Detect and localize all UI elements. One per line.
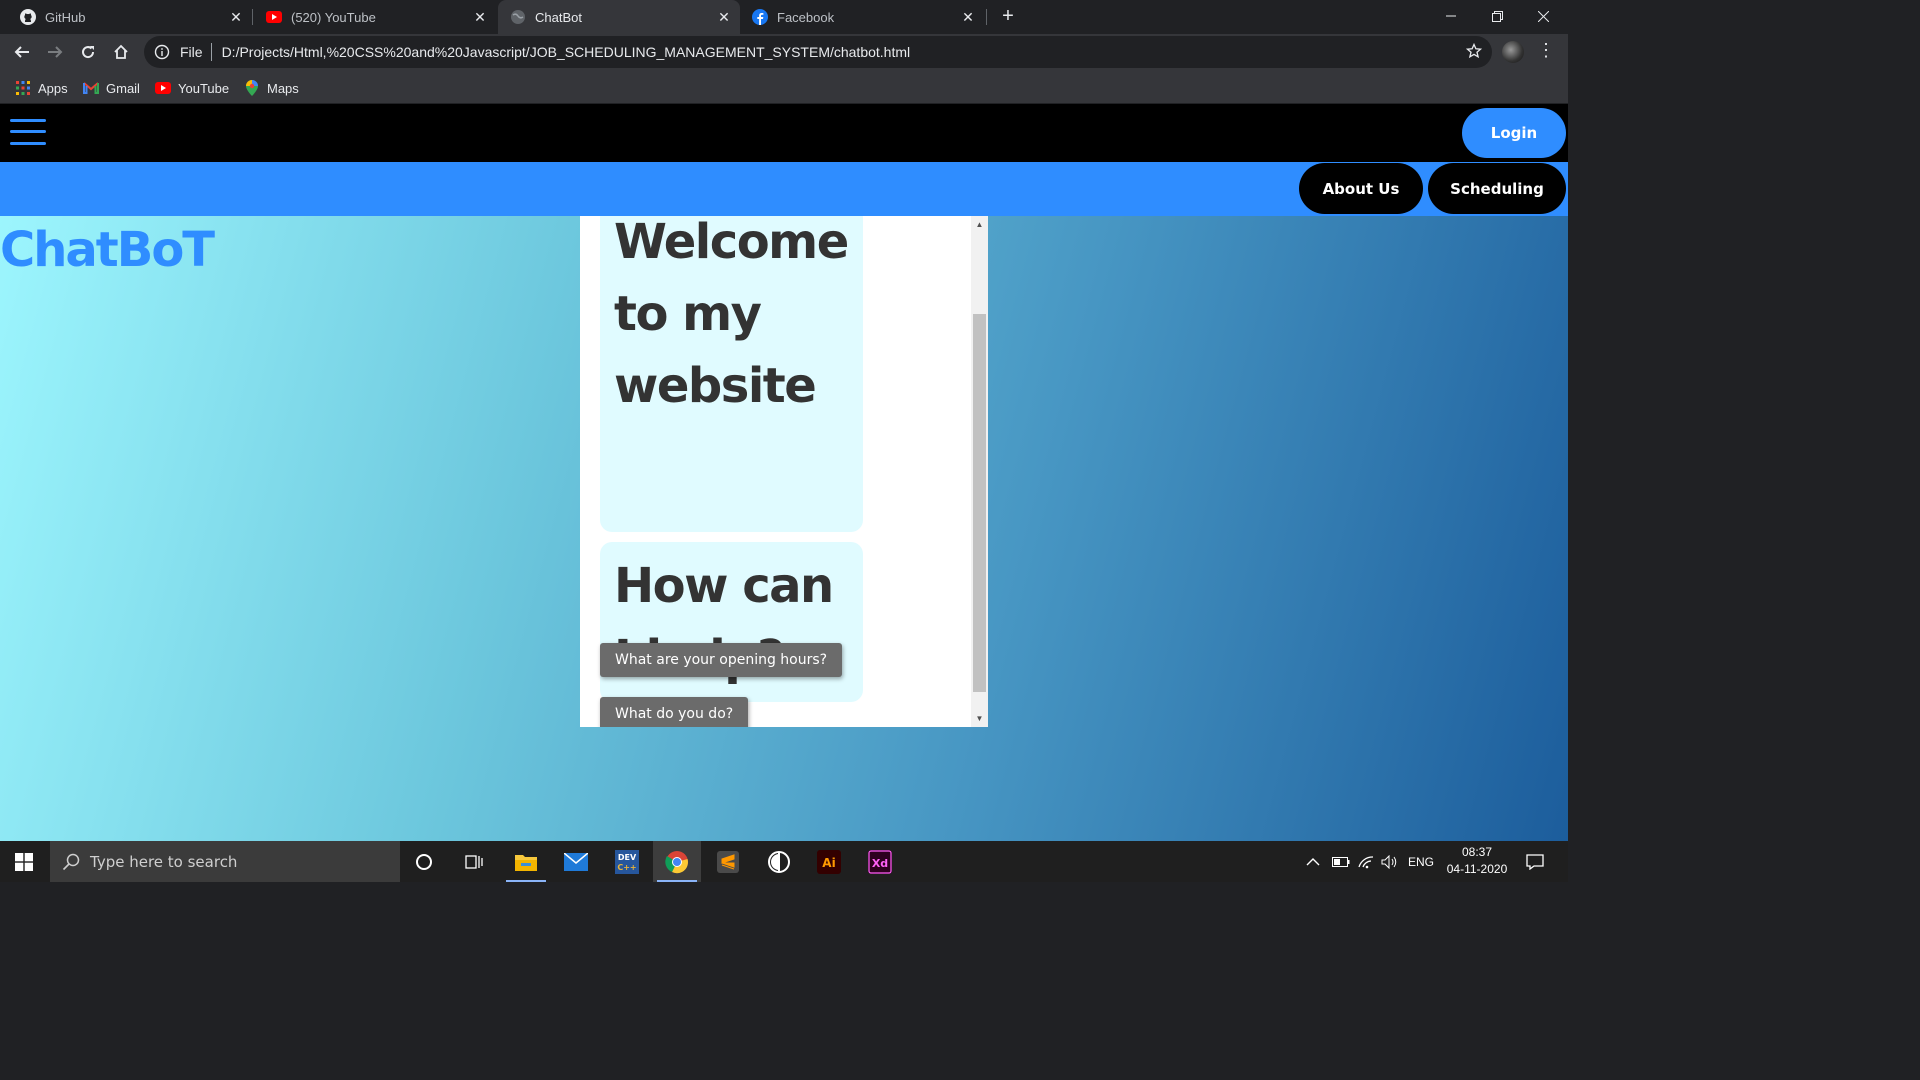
close-tab-icon[interactable]: ✕ [470, 9, 490, 26]
close-tab-icon[interactable]: ✕ [226, 9, 246, 26]
tab-divider [986, 9, 987, 25]
new-tab-icon[interactable]: + [996, 4, 1020, 28]
adobe-xd-icon[interactable]: Xd [856, 841, 904, 882]
chatbot-logo-text: ChatBoT [0, 222, 215, 278]
url-text[interactable]: D:/Projects/Html,%20CSS%20and%20Javascri… [222, 44, 911, 60]
bot-message-bubble: Welcome to my website [600, 216, 863, 532]
windows-taskbar: Type here to search DEV C++ Ai Xd ENG 08… [0, 841, 1568, 882]
info-icon[interactable] [154, 44, 170, 60]
search-icon [62, 853, 80, 871]
scroll-thumb[interactable] [973, 314, 986, 692]
bookmarks-bar: Apps Gmail YouTube Maps [0, 71, 1568, 104]
tab-chatbot[interactable]: ChatBot ✕ [498, 0, 740, 34]
home-icon[interactable] [107, 38, 135, 66]
close-window-icon[interactable] [1520, 0, 1566, 32]
svg-text:Xd: Xd [872, 857, 888, 870]
scroll-down-arrow-icon[interactable]: ▼ [971, 710, 988, 727]
action-center-icon[interactable] [1518, 841, 1552, 882]
chrome-icon[interactable] [653, 841, 701, 882]
bookmark-star-icon[interactable] [1465, 42, 1483, 62]
cortana-icon[interactable] [400, 841, 448, 882]
bookmark-gmail[interactable]: Gmail [83, 77, 140, 99]
chat-window[interactable]: Welcome to my website How can I help? Wh… [580, 216, 988, 727]
show-hidden-icons-chevron-up-icon[interactable] [1306, 841, 1320, 882]
windows-start-icon[interactable] [0, 841, 48, 882]
language-indicator[interactable]: ENG [1408, 841, 1434, 882]
clock-date: 04-11-2020 [1446, 862, 1508, 876]
profile-avatar[interactable] [1502, 41, 1524, 63]
bot-message-bubble: How can I help? [600, 542, 863, 702]
clock-time: 08:37 [1461, 845, 1493, 859]
nav-scheduling-button[interactable]: Scheduling [1428, 163, 1566, 214]
address-bar[interactable]: File D:/Projects/Html,%20CSS%20and%20Jav… [144, 36, 1492, 68]
close-tab-icon[interactable]: ✕ [958, 9, 978, 26]
option-opening-hours-button[interactable]: What are your opening hours? [600, 643, 843, 677]
reload-icon[interactable] [74, 38, 102, 66]
mail-icon[interactable] [552, 841, 600, 882]
bookmark-label: Maps [267, 80, 299, 96]
forward-arrow-icon[interactable] [41, 38, 69, 66]
bookmark-label: Gmail [106, 80, 140, 96]
tab-github[interactable]: GitHub ✕ [0, 0, 252, 34]
page-viewport: Login About Us Scheduling ChatBoT Welcom… [0, 104, 1568, 841]
browser-tab-strip: GitHub ✕ (520) YouTube ✕ ChatBot ✕ Faceb… [0, 0, 1568, 34]
maps-pin-icon [244, 80, 260, 96]
youtube-icon [266, 9, 282, 25]
file-explorer-icon[interactable] [502, 841, 550, 882]
battery-icon[interactable] [1332, 841, 1350, 882]
youtube-icon [155, 80, 171, 96]
bookmark-youtube[interactable]: YouTube [155, 77, 229, 99]
url-scheme: File [180, 44, 203, 60]
globe-icon [510, 9, 526, 25]
wifi-icon[interactable] [1358, 841, 1374, 882]
facebook-icon [752, 9, 768, 25]
tab-youtube[interactable]: (520) YouTube ✕ [252, 0, 496, 34]
secondary-navbar: About Us Scheduling [0, 162, 1568, 216]
url-divider [210, 43, 212, 61]
tab-title: GitHub [45, 9, 86, 25]
sublime-text-icon[interactable] [704, 841, 752, 882]
browser-toolbar: File D:/Projects/Html,%20CSS%20and%20Jav… [0, 34, 1568, 71]
running-indicator [657, 880, 697, 882]
dev-cpp-icon[interactable]: DEV C++ [603, 841, 651, 882]
adobe-illustrator-icon[interactable]: Ai [805, 841, 853, 882]
bookmark-maps[interactable]: Maps [244, 77, 299, 99]
gmail-icon [83, 80, 99, 96]
search-placeholder: Type here to search [90, 852, 238, 871]
taskbar-search-box[interactable]: Type here to search [50, 841, 400, 882]
running-indicator [506, 880, 546, 882]
chat-scrollbar[interactable]: ▲ ▼ [971, 216, 988, 727]
tab-title: (520) YouTube [291, 9, 376, 25]
scroll-up-arrow-icon[interactable]: ▲ [971, 216, 988, 233]
login-button[interactable]: Login [1462, 108, 1566, 158]
github-icon [20, 9, 36, 25]
bookmark-label: YouTube [178, 80, 230, 96]
bookmark-label: Apps [38, 80, 68, 96]
tab-title: Facebook [777, 9, 835, 25]
obs-icon[interactable] [755, 841, 803, 882]
restore-icon[interactable] [1474, 0, 1520, 32]
svg-text:Ai: Ai [822, 856, 835, 870]
minimize-icon[interactable] [1428, 0, 1474, 32]
volume-icon[interactable] [1381, 841, 1399, 882]
close-tab-icon[interactable]: ✕ [714, 9, 734, 26]
back-arrow-icon[interactable] [8, 38, 36, 66]
nav-about-us-button[interactable]: About Us [1299, 163, 1423, 214]
browser-menu-icon[interactable]: ⋮ [1536, 40, 1556, 61]
task-view-icon[interactable] [450, 841, 498, 882]
option-what-do-you-do-button[interactable]: What do you do? [600, 697, 749, 727]
tab-title: ChatBot [535, 9, 582, 25]
svg-text:C++: C++ [617, 863, 636, 872]
taskbar-clock[interactable]: 08:37 04-11-2020 [1442, 844, 1512, 878]
bookmark-apps[interactable]: Apps [15, 77, 68, 99]
tab-facebook[interactable]: Facebook ✕ [742, 0, 984, 34]
apps-grid-icon [15, 80, 31, 96]
top-navbar: Login [0, 104, 1568, 162]
svg-text:DEV: DEV [618, 853, 637, 862]
hamburger-menu-icon[interactable] [10, 118, 46, 146]
